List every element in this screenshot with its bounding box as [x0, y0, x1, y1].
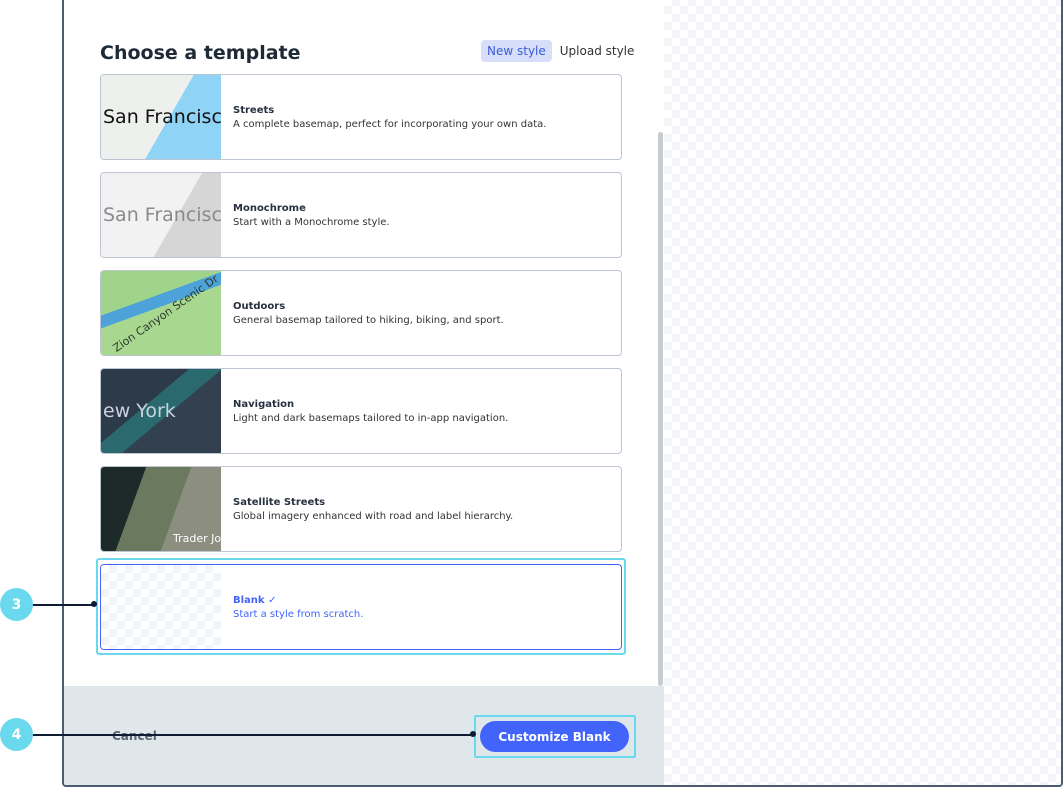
cancel-button[interactable]: Cancel [112, 729, 157, 743]
annotation-badge: 4 [0, 718, 33, 751]
template-dialog: Choose a template New style Upload style… [62, 0, 1063, 787]
template-description: Light and dark basemaps tailored to in-a… [233, 412, 509, 424]
template-name: Navigation [233, 398, 295, 410]
template-name: Blank [233, 594, 265, 606]
check-icon: ✓ [268, 594, 277, 606]
outdoors-thumbnail: Zion Canyon Scenic Dr [101, 271, 221, 355]
template-card-outdoors[interactable]: Zion Canyon Scenic Dr Outdoors General ba… [100, 270, 622, 356]
scrollbar[interactable] [658, 132, 663, 686]
template-card-satellite-streets[interactable]: Trader Jo Satellite Streets Global imager… [100, 466, 622, 552]
template-card-monochrome[interactable]: San Francisco Monochrome Start with a Mon… [100, 172, 622, 258]
template-name: Satellite Streets [233, 496, 326, 508]
customize-blank-button[interactable]: Customize Blank [480, 721, 629, 752]
navigation-thumbnail: ew York [101, 369, 221, 453]
annotation-line [30, 604, 94, 606]
template-card-navigation[interactable]: ew York Navigation Light and dark basemap… [100, 368, 622, 454]
monochrome-thumbnail: San Francisco [101, 173, 221, 257]
template-description: Start a style from scratch. [233, 608, 364, 620]
template-name: Streets [233, 104, 275, 116]
annotation-dot [470, 731, 476, 737]
template-description: A complete basemap, perfect for incorpor… [233, 118, 547, 130]
style-tabs: New style Upload style [481, 40, 640, 62]
streets-thumbnail: San Francisco [101, 75, 221, 159]
template-description: Global imagery enhanced with road and la… [233, 510, 514, 522]
template-card-blank[interactable]: Blank ✓ Start a style from scratch. [100, 564, 622, 650]
annotation-dot [91, 601, 97, 607]
blank-thumbnail [101, 565, 221, 649]
template-card-streets[interactable]: San Francisco Streets A complete basemap,… [100, 74, 622, 160]
template-name: Outdoors [233, 300, 286, 312]
tab-new-style[interactable]: New style [481, 40, 552, 62]
dialog-footer: Cancel Customize Blank [64, 686, 664, 785]
annotation-line [30, 734, 474, 736]
annotation-badge: 3 [0, 588, 33, 621]
template-name: Monochrome [233, 202, 306, 214]
page-title: Choose a template [100, 42, 301, 64]
template-description: General basemap tailored to hiking, biki… [233, 314, 504, 326]
style-preview-area [664, 0, 1061, 785]
tab-upload-style[interactable]: Upload style [554, 40, 641, 62]
satellite-thumbnail: Trader Jo [101, 467, 221, 551]
template-description: Start with a Monochrome style. [233, 216, 390, 228]
